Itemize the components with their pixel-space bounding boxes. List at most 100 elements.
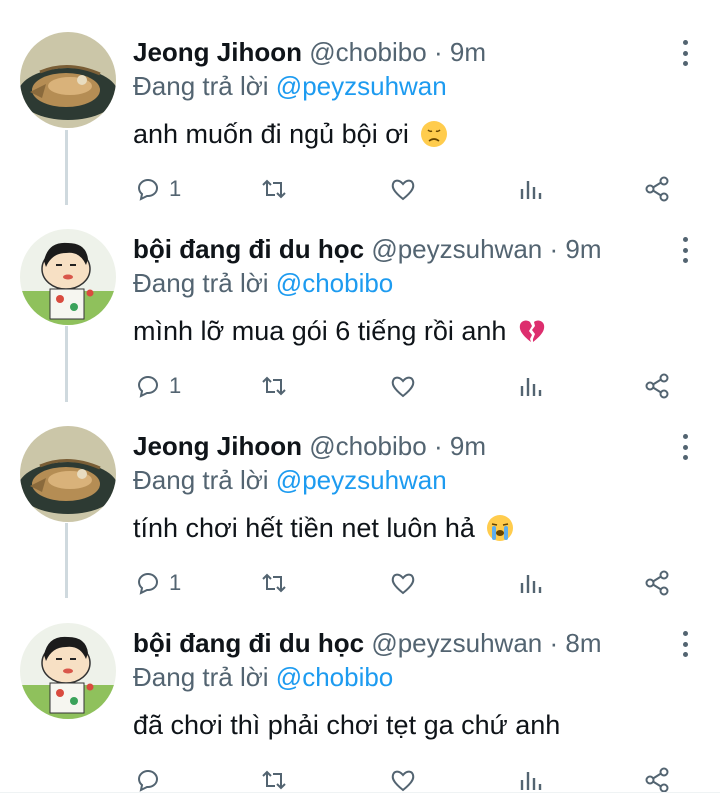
views-button[interactable]	[517, 174, 545, 204]
tweet-header: Jeong Jihoon @chobibo · 9m	[133, 430, 486, 462]
tweet-text-content: anh muốn đi ngủ bội ơi	[133, 119, 409, 149]
separator-dot: ·	[433, 431, 443, 461]
avatar[interactable]	[20, 229, 116, 325]
reply-count: 1	[169, 570, 182, 595]
views-button[interactable]	[517, 568, 545, 598]
tweet-actions: 1	[133, 568, 693, 598]
reply-button[interactable]: 1	[133, 174, 181, 204]
retweet-button[interactable]	[260, 371, 288, 401]
reply-icon	[137, 179, 158, 201]
tweet-text: mình lỡ mua gói 6 tiếng rồi anh	[133, 313, 546, 349]
reply-button[interactable]	[133, 765, 169, 795]
views-icon	[520, 575, 542, 593]
cartoon-boy-avatar	[20, 623, 116, 719]
replying-to-label: Đang trả lời	[133, 662, 269, 692]
timestamp[interactable]: 9m	[450, 37, 486, 67]
retweet-button[interactable]	[260, 174, 288, 204]
views-icon	[520, 181, 542, 199]
like-icon	[391, 376, 415, 398]
share-button[interactable]	[644, 371, 672, 401]
reply-button[interactable]: 1	[133, 568, 181, 598]
share-icon	[645, 176, 669, 202]
like-icon	[391, 573, 415, 595]
separator-dot: ·	[433, 37, 443, 67]
tweet-actions: 1	[133, 371, 693, 401]
mention-link[interactable]: @chobibo	[276, 662, 393, 692]
mention-link[interactable]: @peyzsuhwan	[276, 465, 447, 495]
more-options-icon[interactable]	[680, 631, 690, 657]
fish-food-photo-avatar	[20, 32, 116, 128]
replying-to-label: Đang trả lời	[133, 465, 269, 495]
reply-thread: Jeong Jihoon @chobibo · 9m Đang trả lời …	[0, 0, 720, 807]
reply-button[interactable]: 1	[133, 371, 181, 401]
tweet-actions	[133, 765, 693, 795]
tweet-text-content: đã chơi thì phải chơi tẹt ga chứ anh	[133, 710, 561, 740]
more-options-icon[interactable]	[680, 237, 690, 263]
views-icon	[520, 772, 542, 790]
avatar[interactable]	[20, 32, 116, 128]
more-options-icon[interactable]	[680, 40, 690, 66]
username[interactable]: @chobibo	[309, 37, 426, 67]
separator-dot: ·	[549, 628, 559, 658]
retweet-icon	[262, 376, 286, 396]
broken-heart-emoji-icon	[519, 320, 545, 342]
username[interactable]: @peyzsuhwan	[371, 234, 542, 264]
username[interactable]: @peyzsuhwan	[371, 628, 542, 658]
reply-icon	[137, 376, 158, 398]
tweet[interactable]: Jeong Jihoon @chobibo · 9m Đang trả lời …	[0, 400, 720, 596]
tweet-text: tính chơi hết tiền net luôn hả	[133, 510, 514, 546]
tweet-text: đã chơi thì phải chơi tẹt ga chứ anh	[133, 707, 560, 743]
display-name[interactable]: Jeong Jihoon	[133, 37, 302, 67]
retweet-button[interactable]	[260, 568, 288, 598]
share-icon	[645, 373, 669, 399]
views-button[interactable]	[517, 765, 545, 795]
tweet-header: bội đang đi du học @peyzsuhwan · 8m	[133, 627, 602, 659]
tweet-text-content: tính chơi hết tiền net luôn hả	[133, 513, 475, 543]
share-button[interactable]	[644, 174, 672, 204]
reply-count: 1	[169, 176, 182, 201]
cartoon-boy-avatar	[20, 229, 116, 325]
retweet-button[interactable]	[260, 765, 288, 795]
like-icon	[391, 179, 415, 201]
share-button[interactable]	[644, 568, 672, 598]
display-name[interactable]: bội đang đi du học	[133, 234, 364, 264]
views-button[interactable]	[517, 371, 545, 401]
replying-to: Đang trả lời @chobibo	[133, 267, 393, 299]
avatar[interactable]	[20, 623, 116, 719]
retweet-icon	[262, 179, 286, 199]
disappointed-face-emoji-icon	[421, 121, 448, 147]
reply-icon	[137, 573, 158, 595]
display-name[interactable]: bội đang đi du học	[133, 628, 364, 658]
retweet-icon	[262, 770, 286, 790]
replying-to-label: Đang trả lời	[133, 71, 269, 101]
replying-to: Đang trả lời @peyzsuhwan	[133, 464, 447, 496]
timestamp[interactable]: 9m	[565, 234, 601, 264]
timestamp[interactable]: 9m	[450, 431, 486, 461]
username[interactable]: @chobibo	[309, 431, 426, 461]
like-button[interactable]	[389, 568, 417, 598]
tweet-text-content: mình lỡ mua gói 6 tiếng rồi anh	[133, 316, 507, 346]
tweet[interactable]: Jeong Jihoon @chobibo · 9m Đang trả lời …	[0, 6, 720, 202]
tweet-text: anh muốn đi ngủ bội ơi	[133, 116, 448, 152]
avatar[interactable]	[20, 426, 116, 522]
tweet[interactable]: bội đang đi du học @peyzsuhwan · 8m Đang…	[0, 597, 720, 793]
share-button[interactable]	[644, 765, 672, 795]
replying-to: Đang trả lời @peyzsuhwan	[133, 70, 447, 102]
mention-link[interactable]: @chobibo	[276, 268, 393, 298]
tweet[interactable]: bội đang đi du học @peyzsuhwan · 9m Đang…	[0, 203, 720, 399]
share-icon	[645, 767, 669, 793]
tweet-actions: 1	[133, 174, 693, 204]
timestamp[interactable]: 8m	[565, 628, 601, 658]
like-button[interactable]	[389, 371, 417, 401]
replying-to-label: Đang trả lời	[133, 268, 269, 298]
like-button[interactable]	[389, 765, 417, 795]
views-icon	[520, 378, 542, 396]
separator-dot: ·	[549, 234, 559, 264]
divider	[0, 792, 720, 793]
more-options-icon[interactable]	[680, 434, 690, 460]
replying-to: Đang trả lời @chobibo	[133, 661, 393, 693]
like-button[interactable]	[389, 174, 417, 204]
reply-count: 1	[169, 373, 182, 398]
display-name[interactable]: Jeong Jihoon	[133, 431, 302, 461]
mention-link[interactable]: @peyzsuhwan	[276, 71, 447, 101]
